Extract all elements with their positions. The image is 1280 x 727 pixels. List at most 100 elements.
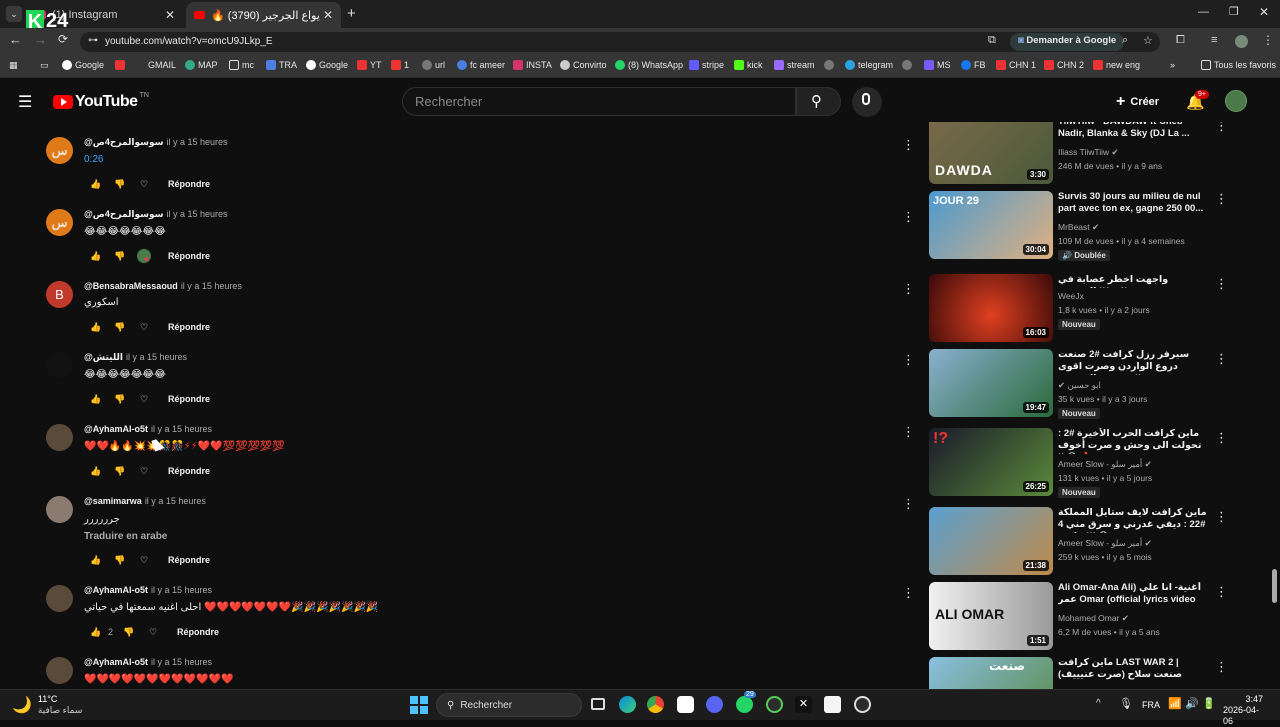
hamburger-icon[interactable]: ☰ xyxy=(18,92,32,112)
bookmark-fc-ameer[interactable]: fc ameer xyxy=(457,60,505,70)
mic-tray-icon[interactable]: 🎙 xyxy=(1119,697,1133,710)
tray-chevron-icon[interactable]: ^ xyxy=(1096,698,1101,709)
avatar[interactable] xyxy=(46,496,73,523)
translate-button[interactable]: ◙ Demander à Google xyxy=(1010,33,1125,51)
video-thumbnail[interactable]: صنعت xyxy=(929,657,1053,689)
more-icon[interactable]: ⋮ xyxy=(1215,584,1228,600)
menu-icon[interactable]: ⋮ xyxy=(1262,33,1274,47)
bookmark-google-2[interactable]: Google xyxy=(306,60,348,70)
dislike-icon[interactable]: 👎 xyxy=(108,466,132,477)
more-icon[interactable]: ⋮ xyxy=(1215,509,1228,525)
comment-author[interactable]: @سوسوالمرح4ص xyxy=(84,209,163,219)
like-icon[interactable]: 👍 xyxy=(84,466,108,477)
bookmark-insta[interactable]: INSTA xyxy=(513,60,552,70)
avatar[interactable] xyxy=(46,657,73,684)
dislike-icon[interactable]: 👎 xyxy=(108,322,132,333)
reply-button[interactable]: Répondre xyxy=(168,466,210,476)
avatar[interactable] xyxy=(46,424,73,451)
comment-time[interactable]: il y a 15 heures xyxy=(181,281,242,291)
comment-author[interactable]: @AyhamAl-o5t xyxy=(84,657,148,667)
heart-icon[interactable]: ♡ xyxy=(132,466,156,477)
reply-button[interactable]: Répondre xyxy=(168,179,210,189)
like-icon[interactable]: 👍 xyxy=(84,251,108,262)
extensions-icon[interactable]: ⧠ xyxy=(1176,34,1185,47)
comment-time[interactable]: il y a 15 heures xyxy=(145,496,206,506)
heart-icon[interactable]: ♡ xyxy=(132,179,156,190)
minimize-button[interactable]: — xyxy=(1198,6,1209,18)
bookmark-new-eng[interactable]: new eng xyxy=(1093,60,1140,70)
video-title[interactable]: ماين كرافت لايف ستايل المملكة #22 : ديفي… xyxy=(1058,507,1208,533)
video-item[interactable]: 19:47 سيرفر رزل كرافت #2 صنعت دروع الوار… xyxy=(929,349,1229,419)
discord-icon[interactable] xyxy=(706,696,723,713)
battery-icon[interactable]: 🔋 xyxy=(1202,697,1216,710)
search-button[interactable]: ⚲ xyxy=(796,87,841,116)
more-icon[interactable]: ⋮ xyxy=(902,137,915,153)
video-item[interactable]: JOUR 29 30:04 Survis 30 jours au milieu … xyxy=(929,191,1229,261)
dislike-icon[interactable]: 👎 xyxy=(108,555,132,566)
more-icon[interactable]: ⋮ xyxy=(1215,351,1228,367)
comment-author[interactable]: @الليتش xyxy=(84,352,123,362)
voice-search-button[interactable] xyxy=(852,87,882,117)
more-icon[interactable]: ⋮ xyxy=(1215,276,1228,292)
video-thumbnail[interactable]: !? 26:25 xyxy=(929,428,1053,496)
comment-author[interactable]: @BensabraMessaoud xyxy=(84,281,178,291)
new-tab-button[interactable]: + xyxy=(347,5,356,22)
close-icon[interactable]: ✕ xyxy=(165,8,175,22)
whatsapp-icon[interactable]: 29 xyxy=(736,691,756,713)
more-icon[interactable]: ⋮ xyxy=(1215,191,1228,207)
bookmark-globe[interactable] xyxy=(824,60,834,70)
more-icon[interactable]: ⋮ xyxy=(902,585,915,601)
star-icon[interactable]: ☆ xyxy=(1143,34,1153,47)
comment-time[interactable]: il y a 15 heures xyxy=(166,137,227,147)
back-icon[interactable]: ← xyxy=(9,32,22,47)
comment-author[interactable]: @AyhamAl-o5t xyxy=(84,424,148,434)
comment-time[interactable]: il y a 15 heures xyxy=(151,424,212,434)
close-icon[interactable]: ✕ xyxy=(323,8,333,22)
tab-list-button[interactable]: ⌄ xyxy=(6,6,22,22)
like-icon[interactable]: 👍 xyxy=(84,394,108,405)
tab-youtube[interactable]: 🔥 أمير سلو يواع الجرجير (3790) ✕ xyxy=(186,2,341,28)
site-info-icon[interactable]: ⊶ xyxy=(88,35,98,46)
dislike-icon[interactable]: 👎 xyxy=(108,394,132,405)
video-item[interactable]: ALI OMAR 1:51 Ali Omar-Ana Ali) أغنية- ا… xyxy=(929,582,1229,652)
account-avatar[interactable] xyxy=(1225,90,1247,112)
timestamp-link[interactable]: 0:26 xyxy=(84,154,103,165)
reply-button[interactable]: Répondre xyxy=(177,627,219,637)
video-thumbnail[interactable]: 19:47 xyxy=(929,349,1053,417)
bookmark-convirto[interactable]: Convirto xyxy=(560,60,607,70)
more-icon[interactable]: ⋮ xyxy=(902,281,915,297)
comment-time[interactable]: il y a 15 heures xyxy=(126,352,187,362)
bookmark-ms[interactable]: MS xyxy=(924,60,951,70)
bookmark-google[interactable]: Google xyxy=(62,60,104,70)
bookmark-kick[interactable]: kick xyxy=(734,60,763,70)
comment-time[interactable]: il y a 15 heures xyxy=(151,657,212,667)
like-icon[interactable]: 👍 xyxy=(84,322,108,333)
video-thumbnail[interactable]: 21:38 xyxy=(929,507,1053,575)
obs-icon[interactable] xyxy=(854,696,871,713)
all-bookmarks[interactable]: Tous les favoris xyxy=(1201,60,1276,70)
video-title[interactable]: Survis 30 jours au milieu de nul part av… xyxy=(1058,191,1208,215)
page-scrollbar[interactable] xyxy=(1270,124,1278,689)
video-title[interactable]: واجهت اخطر عصابة في السيرفر !!(ep1) xyxy=(1058,274,1208,288)
more-icon[interactable]: ⋮ xyxy=(902,352,915,368)
volume-icon[interactable]: 🔊 xyxy=(1185,697,1199,710)
avatar[interactable]: س xyxy=(46,137,73,164)
more-icon[interactable]: ⋮ xyxy=(902,209,915,225)
video-title[interactable]: TiiwTiiw - DAWDAW ft Cheb Nadir, Blanka … xyxy=(1058,122,1208,140)
capcut-icon[interactable] xyxy=(677,696,694,713)
profile-avatar[interactable] xyxy=(1235,35,1248,48)
comment-author[interactable]: @سوسوالمرح4ص xyxy=(84,137,163,147)
reply-button[interactable]: Répondre xyxy=(168,555,210,565)
dislike-icon[interactable]: 👎 xyxy=(108,179,132,190)
zoom-icon[interactable]: ⌕ xyxy=(1122,34,1128,47)
bookmark-1[interactable]: 1 xyxy=(391,60,409,70)
video-thumbnail[interactable]: ALI OMAR 1:51 xyxy=(929,582,1053,650)
reply-button[interactable]: Répondre xyxy=(168,251,210,261)
start-button[interactable] xyxy=(410,696,428,714)
bookmark-mc[interactable]: mc xyxy=(229,60,254,70)
more-icon[interactable]: ⋮ xyxy=(902,424,915,440)
video-channel[interactable]: Ameer Slow - أمير سلو ✔ xyxy=(1058,459,1152,470)
window-close-button[interactable]: ✕ xyxy=(1259,5,1269,19)
video-channel[interactable]: ✔ ابو حسين xyxy=(1058,380,1101,391)
bookmark-yt[interactable]: YT xyxy=(357,60,382,70)
